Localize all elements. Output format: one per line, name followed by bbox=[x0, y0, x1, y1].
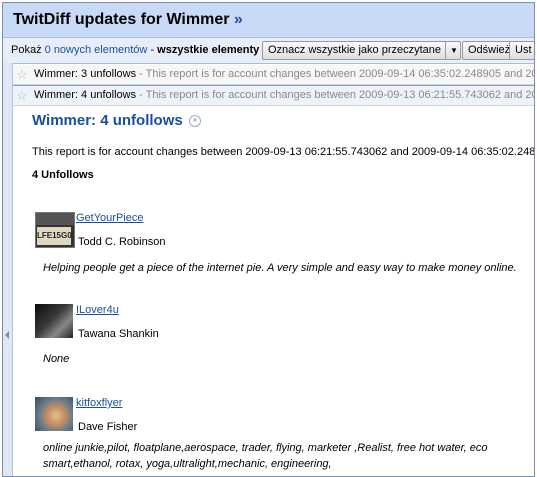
open-link-icon[interactable]: » bbox=[188, 115, 201, 127]
item-snippet: - This report is for account changes bet… bbox=[136, 68, 534, 80]
user-bio-line-2: smart,ethanol, rotax, yoga,ultralight,me… bbox=[43, 458, 332, 470]
user-real-name: Tawana Shankin bbox=[78, 328, 159, 340]
collapse-arrow-icon[interactable] bbox=[5, 331, 9, 339]
article-title[interactable]: Wimmer: 4 unfollows » bbox=[32, 112, 201, 129]
username-link[interactable]: kitfoxflyer bbox=[76, 397, 122, 409]
user-bio: Helping people get a piece of the intern… bbox=[43, 262, 517, 274]
settings-button[interactable]: Ust bbox=[509, 41, 534, 60]
avatar bbox=[35, 397, 73, 431]
user-real-name: Todd C. Robinson bbox=[78, 236, 166, 248]
all-items-label[interactable]: wszystkie elementy bbox=[157, 44, 259, 56]
feed-title[interactable]: TwitDiff updates for Wimmer » bbox=[13, 11, 243, 29]
feed-toolbar: Pokaż 0 nowych elementów - wszystkie ele… bbox=[3, 38, 534, 64]
item-snippet: - This report is for account changes bet… bbox=[139, 89, 534, 101]
user-real-name: Dave Fisher bbox=[78, 421, 138, 433]
filter-separator: - bbox=[150, 44, 155, 56]
user-bio-line-1: online junkie,pilot, floatplane,aerospac… bbox=[43, 442, 488, 454]
feed-title-text[interactable]: TwitDiff updates for Wimmer bbox=[13, 11, 229, 28]
item-title: Wimmer: 4 unfollows bbox=[34, 89, 137, 101]
mark-all-read-button[interactable]: Oznacz wszystkie jako przeczytane bbox=[262, 41, 454, 60]
article-intro: This report is for account changes betwe… bbox=[32, 146, 534, 158]
avatar-top-band bbox=[36, 213, 74, 225]
refresh-button[interactable]: Odśwież bbox=[462, 41, 515, 60]
feed-header: TwitDiff updates for Wimmer » bbox=[3, 3, 534, 38]
username-link[interactable]: ILover4u bbox=[76, 304, 119, 316]
list-item-selected[interactable]: ☆ Wimmer: 4 unfollows - This report is f… bbox=[13, 85, 534, 106]
username-link[interactable]: GetYourPiece bbox=[76, 212, 143, 224]
list-item[interactable]: ☆ Wimmer: 3 unfollows - This report is f… bbox=[13, 65, 534, 85]
unfollow-count: 4 Unfollows bbox=[32, 169, 94, 181]
avatar bbox=[35, 304, 73, 338]
reader-window: TwitDiff updates for Wimmer » Pokaż 0 no… bbox=[2, 2, 535, 477]
article-title-text[interactable]: Wimmer: 4 unfollows bbox=[32, 112, 183, 129]
show-label: Pokaż bbox=[11, 44, 42, 56]
expanded-article: Wimmer: 4 unfollows » This report is for… bbox=[13, 106, 534, 476]
star-icon[interactable]: ☆ bbox=[16, 65, 28, 84]
avatar: LFE15G0 bbox=[35, 212, 75, 248]
collapse-strip[interactable] bbox=[3, 63, 13, 476]
feed-title-arrow-icon[interactable]: » bbox=[234, 11, 243, 28]
new-items-link[interactable]: 0 nowych elementów bbox=[45, 44, 148, 56]
avatar-plate: LFE15G0 bbox=[37, 227, 72, 245]
mark-all-dropdown-icon[interactable]: ▼ bbox=[445, 41, 461, 60]
item-title: Wimmer: 3 unfollows bbox=[34, 68, 137, 80]
show-filter: Pokaż 0 nowych elementów - wszystkie ele… bbox=[11, 44, 259, 56]
star-icon[interactable]: ☆ bbox=[16, 86, 28, 105]
user-bio: None bbox=[43, 353, 70, 365]
